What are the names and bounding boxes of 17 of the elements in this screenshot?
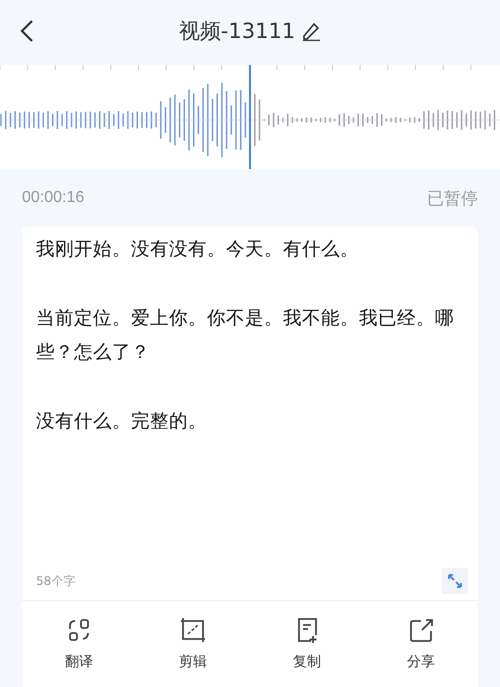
action-button[interactable]: 翻译 (49, 617, 109, 671)
transcript-paragraph: 当前定位。爱上你。你不是。我不能。我已经。哪些？怎么了？ (36, 307, 455, 365)
back-icon[interactable] (20, 19, 34, 43)
action-button[interactable]: 分享 (391, 617, 451, 671)
transcript-paragraph: 没有什么。完整的。 (36, 410, 208, 434)
expand-icon[interactable] (446, 572, 464, 590)
crop-icon (180, 617, 206, 644)
expand-button[interactable] (442, 568, 468, 594)
transcript-paragraph: 我刚开始。没有没有。今天。有什么。 (36, 238, 360, 262)
action-button[interactable]: 剪辑 (163, 617, 223, 671)
page-title: 视频-13111 (178, 18, 296, 45)
share-icon (408, 617, 434, 644)
pencil-icon[interactable] (301, 21, 322, 41)
character-count: 58个字 (36, 572, 76, 590)
playback-status: 已暂停 (427, 188, 478, 210)
playback-time: 00:00:16 (22, 189, 84, 207)
action-button[interactable]: 复制 (277, 617, 337, 671)
